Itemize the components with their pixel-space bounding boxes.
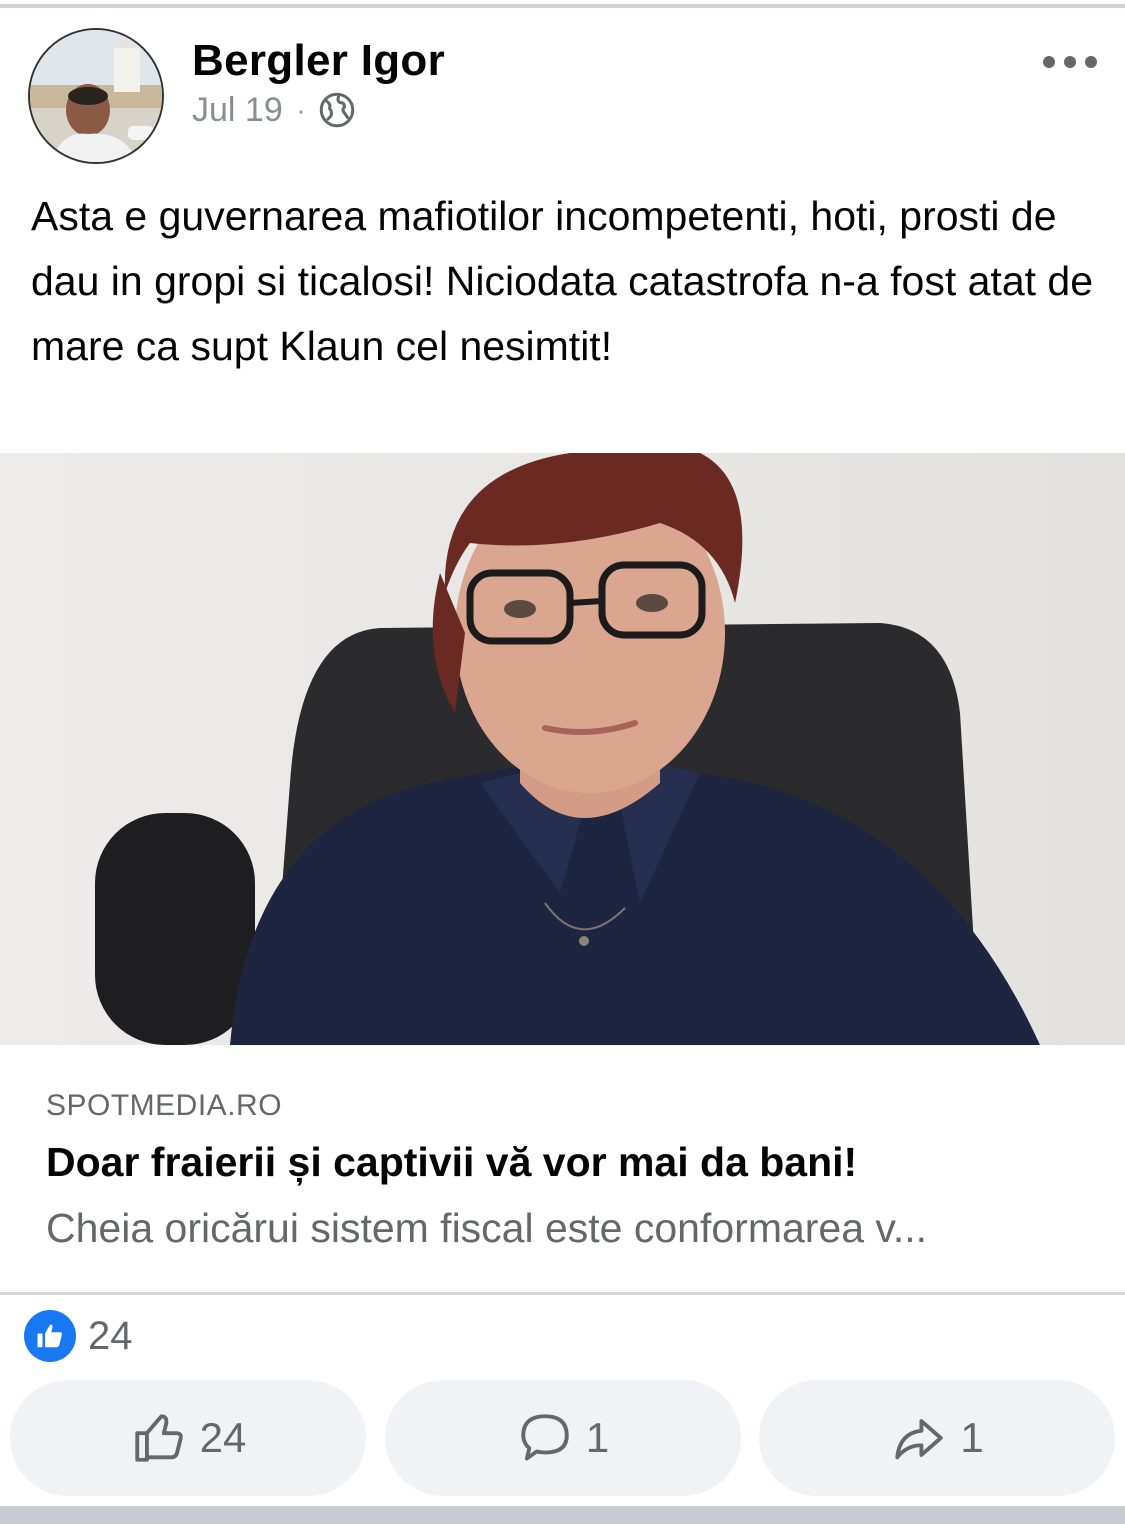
link-title: Doar fraierii și captivii vă vor mai da … xyxy=(46,1139,858,1185)
like-button[interactable]: 24 xyxy=(10,1380,366,1496)
author-avatar[interactable] xyxy=(28,28,164,164)
more-options-icon[interactable] xyxy=(1043,50,1097,74)
more-dot xyxy=(1043,56,1055,68)
link-domain: SPOTMEDIA.RO xyxy=(46,1089,283,1122)
post-header: Bergler Igor Jul 19 · xyxy=(0,12,1125,164)
bottom-divider xyxy=(0,1506,1125,1524)
more-dot xyxy=(1085,56,1097,68)
reaction-count: 24 xyxy=(88,1313,133,1358)
link-description: Cheia oricărui sistem fiscal este confor… xyxy=(46,1205,928,1251)
post-date[interactable]: Jul 19 xyxy=(192,91,283,130)
comment-count: 1 xyxy=(585,1414,610,1461)
link-card[interactable]: SPOTMEDIA.RO Doar fraierii și captivii v… xyxy=(0,1045,1125,1295)
like-count: 24 xyxy=(199,1414,247,1461)
reaction-summary[interactable]: 24 xyxy=(24,1310,133,1362)
more-dot xyxy=(1064,56,1076,68)
meta-separator: · xyxy=(296,94,306,125)
share-icon xyxy=(895,1419,943,1460)
top-divider xyxy=(0,0,1125,8)
author-name[interactable]: Bergler Igor xyxy=(192,36,445,86)
thumbs-up-icon xyxy=(134,1414,183,1462)
post-meta: Jul 19 · xyxy=(192,90,355,130)
action-bar: 24 1 1 xyxy=(10,1380,1115,1496)
link-preview-image[interactable] xyxy=(0,453,1125,1045)
share-count: 1 xyxy=(960,1414,984,1461)
post-text: Asta e guvernarea mafiotilor incompetent… xyxy=(31,193,1094,369)
comment-button[interactable]: 1 xyxy=(384,1380,741,1496)
comment-icon xyxy=(521,1414,569,1461)
share-button[interactable]: 1 xyxy=(759,1380,1115,1496)
globe-icon xyxy=(320,92,355,128)
like-icon xyxy=(24,1310,76,1362)
